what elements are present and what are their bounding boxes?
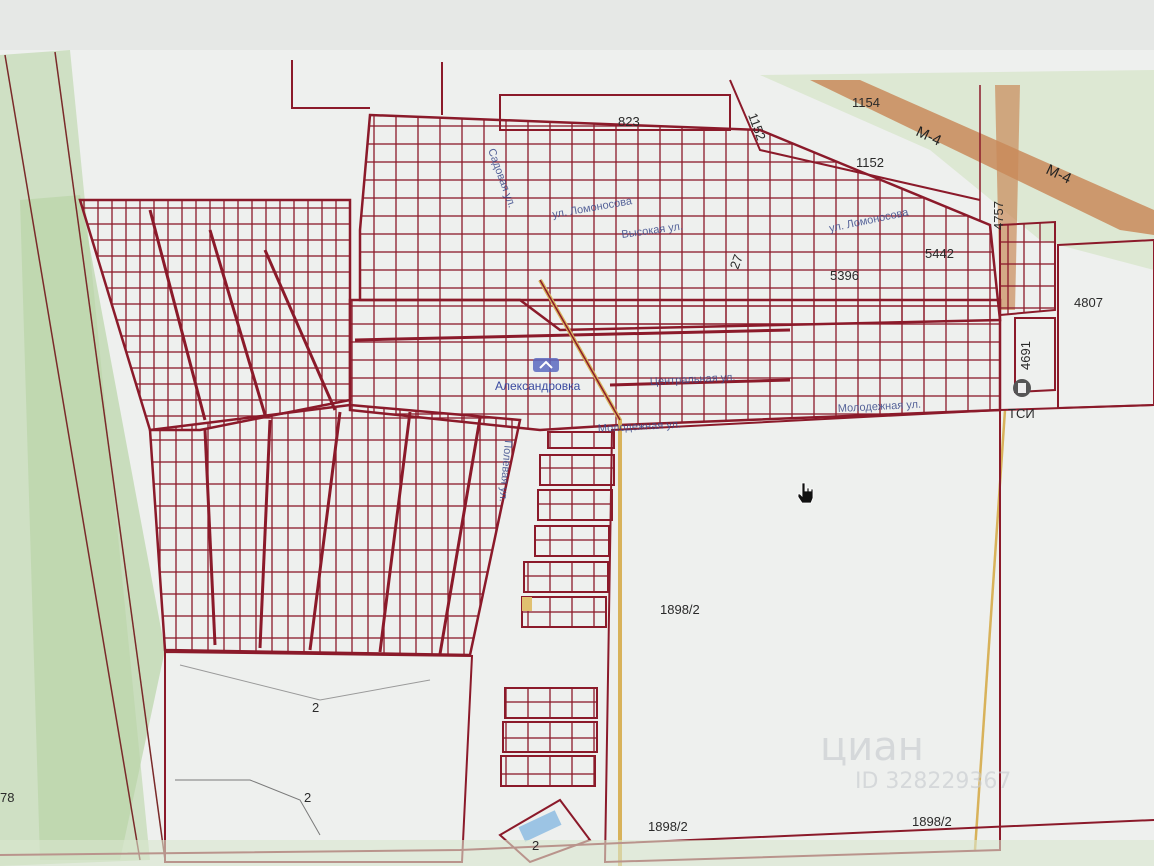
parcel-label: 1898/2 (912, 814, 952, 829)
top-margin (0, 0, 1154, 50)
gas-station-icon[interactable] (1013, 379, 1031, 397)
map-canvas[interactable]: 823 1152 1154 1152 4757 5442 5396 4807 4… (0, 0, 1154, 866)
watermark-id: ID 328229367 (855, 769, 1011, 794)
parcel-label: 1154 (852, 95, 880, 110)
cadastral-map[interactable]: 823 1152 1154 1152 4757 5442 5396 4807 4… (0, 0, 1154, 866)
parcel-label: 1152 (856, 155, 884, 170)
parcel-label: 78 (0, 790, 14, 805)
parcel-label: 1898/2 (660, 602, 700, 617)
parcel-label: 2 (312, 700, 319, 715)
green-strip-bottom (0, 840, 1154, 866)
parcel-label: 4691 (1018, 341, 1033, 370)
parcel-label: 823 (618, 114, 640, 129)
village-label: Александровка (495, 379, 581, 393)
map-pin-icon[interactable] (533, 358, 559, 372)
poi-label: ТСИ (1008, 406, 1035, 421)
parcel-label: 5442 (925, 246, 954, 261)
parcel-label: 5396 (830, 268, 859, 283)
highlighted-plot[interactable] (522, 597, 532, 611)
parcel-label: 4807 (1074, 295, 1103, 310)
parcel-label: 2 (304, 790, 311, 805)
hand-pointer-icon (797, 482, 814, 504)
parcel-label: 4757 (991, 201, 1006, 230)
parcel-label: 2 (532, 838, 539, 853)
watermark-brand: циан (820, 724, 924, 770)
parcel-label: 1898/2 (648, 819, 688, 834)
parcel-row-east[interactable] (999, 220, 1056, 317)
